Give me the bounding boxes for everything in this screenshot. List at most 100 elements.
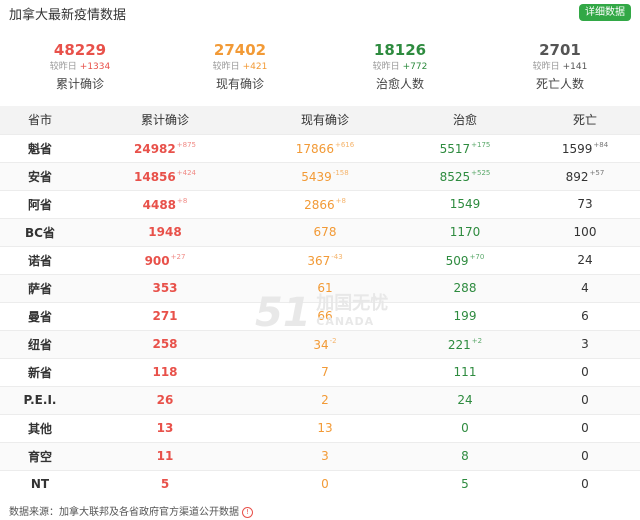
cum-delta: +875 xyxy=(176,140,196,149)
rec-cell: 111 xyxy=(400,357,530,386)
rec-cell: 221+2 xyxy=(400,329,530,358)
stat-compare: 较昨日 +1334 xyxy=(0,60,160,74)
province-name: 其他 xyxy=(0,413,80,442)
stat-deaths: 2701 较昨日 +141 死亡人数 xyxy=(480,40,640,93)
cum-value: 26 xyxy=(156,393,174,407)
stat-delta: +1334 xyxy=(79,62,111,72)
stat-compare: 较昨日 +141 xyxy=(480,60,640,74)
dea-value: 0 xyxy=(581,477,589,492)
rec-value: 221 xyxy=(447,337,471,352)
cum-value: 13 xyxy=(156,421,174,435)
cur-value: 2866 xyxy=(304,197,335,212)
cum-value: 24982 xyxy=(134,141,176,156)
province-name: P.E.I. xyxy=(0,385,80,414)
cum-cell: 271 xyxy=(80,301,250,330)
cum-value: 11 xyxy=(156,449,174,463)
dea-value: 100 xyxy=(573,225,597,239)
cur-cell: 7 xyxy=(250,357,400,386)
cum-cell: 258 xyxy=(80,329,250,358)
header-recovered: 治愈 xyxy=(452,113,477,128)
header-current-confirmed: 现有确诊 xyxy=(300,113,349,128)
dea-cell: 1599+84 xyxy=(530,133,640,162)
rec-cell: 5 xyxy=(400,469,530,498)
rec-cell: 0 xyxy=(400,413,530,442)
rec-cell: 509+70 xyxy=(400,245,530,274)
dea-value: 1599 xyxy=(561,141,593,156)
rec-value: 5517 xyxy=(439,141,471,156)
cum-value: 14856 xyxy=(134,169,176,184)
page-title: 加拿大最新疫情数据 xyxy=(9,8,127,23)
dea-cell: 0 xyxy=(530,357,640,386)
dea-value: 0 xyxy=(581,421,589,435)
cum-value: 900 xyxy=(144,253,170,268)
rec-value: 8525 xyxy=(439,169,471,184)
table-row: 育空 11 3 8 0 xyxy=(0,441,640,470)
dea-cell: 4 xyxy=(530,273,640,302)
province-name: 曼省 xyxy=(0,301,80,330)
compare-label: 较昨日 xyxy=(212,62,240,72)
dea-cell: 0 xyxy=(530,413,640,442)
cum-delta: +27 xyxy=(170,252,186,261)
cur-value: 678 xyxy=(313,225,337,239)
detail-data-button[interactable]: 详细数据 xyxy=(579,4,631,21)
summary-stats: 48229 较昨日 +1334 累计确诊 27402 较昨日 +421 现有确诊 1… xyxy=(0,40,640,100)
cur-cell: 0 xyxy=(250,469,400,498)
dea-value: 24 xyxy=(577,253,593,267)
stat-label: 治愈人数 xyxy=(375,77,424,91)
table-row: 诺省 900+27 367-43 509+70 24 xyxy=(0,245,640,274)
rec-value: 1549 xyxy=(449,197,481,211)
rec-value: 0 xyxy=(461,421,469,435)
cum-cell: 1948 xyxy=(80,217,250,246)
cur-cell: 34-2 xyxy=(250,329,400,358)
dea-value: 0 xyxy=(581,393,589,407)
table-header-row: 省市 累计确诊 现有确诊 治愈 死亡 xyxy=(0,106,640,134)
cur-cell: 3 xyxy=(250,441,400,470)
info-icon[interactable]: ! xyxy=(242,506,253,518)
cur-value: 367 xyxy=(307,253,331,268)
province-table: 省市 累计确诊 现有确诊 治愈 死亡 魁省 24982+875 17866+616 5… xyxy=(0,106,640,498)
cur-cell: 17866+616 xyxy=(250,133,400,162)
table-row: 纽省 258 34-2 221+2 3 xyxy=(0,329,640,358)
province-name: 阿省 xyxy=(0,189,80,218)
dea-cell: 73 xyxy=(530,189,640,218)
cum-cell: 13 xyxy=(80,413,250,442)
stat-delta: +421 xyxy=(242,62,268,72)
cum-value: 1948 xyxy=(148,225,182,239)
cur-value: 3 xyxy=(321,449,329,463)
table-row: NT 5 0 5 0 xyxy=(0,469,640,498)
cum-delta: +424 xyxy=(176,168,196,177)
cur-cell: 678 xyxy=(250,217,400,246)
dea-delta: +84 xyxy=(593,140,609,149)
dea-value: 73 xyxy=(577,197,593,211)
province-name: 新省 xyxy=(0,357,80,386)
header: 加拿大最新疫情数据 详细数据 xyxy=(0,0,640,26)
cum-cell: 900+27 xyxy=(80,245,250,274)
table-row: P.E.I. 26 2 24 0 xyxy=(0,385,640,414)
rec-value: 509 xyxy=(445,253,469,268)
stat-value: 18126 xyxy=(373,41,427,59)
stat-delta: +141 xyxy=(562,62,588,72)
dea-delta: +57 xyxy=(589,168,605,177)
cur-value: 7 xyxy=(321,365,329,379)
compare-label: 较昨日 xyxy=(49,62,77,72)
cur-delta: +616 xyxy=(334,140,355,149)
cur-cell: 66 xyxy=(250,301,400,330)
province-name: 萨省 xyxy=(0,273,80,302)
dea-value: 4 xyxy=(581,281,589,295)
province-name: NT xyxy=(0,469,80,498)
cur-cell: 367-43 xyxy=(250,245,400,274)
table-row: 曼省 271 66 199 6 xyxy=(0,301,640,330)
cum-cell: 26 xyxy=(80,385,250,414)
stat-compare: 较昨日 +772 xyxy=(320,60,480,74)
province-name: 诺省 xyxy=(0,245,80,274)
province-name: 安省 xyxy=(0,161,80,190)
header-province: 省市 xyxy=(27,113,52,128)
data-source-note: 数据来源：加拿大联邦及各省政府官方渠道公开数据! xyxy=(9,503,253,518)
dea-value: 3 xyxy=(581,337,589,351)
rec-value: 24 xyxy=(457,393,473,407)
stat-delta: +772 xyxy=(402,62,428,72)
cum-value: 258 xyxy=(152,337,178,351)
dea-value: 6 xyxy=(581,309,589,323)
cum-delta: +8 xyxy=(177,196,188,205)
cur-value: 34 xyxy=(313,337,329,352)
